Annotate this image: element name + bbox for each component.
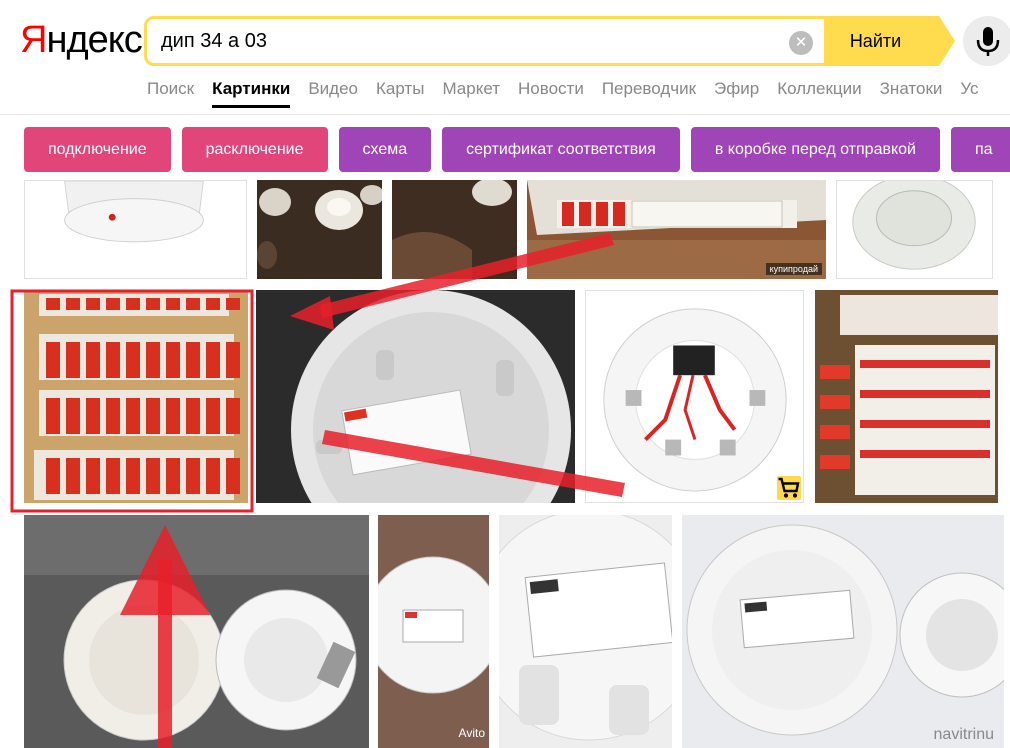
nav-item[interactable]: Поиск xyxy=(147,76,194,102)
image-thumbnail[interactable] xyxy=(815,290,998,503)
image-thumbnail[interactable]: navitrinu xyxy=(682,515,1004,748)
service-nav: Поиск Картинки Видео Карты Маркет Новости Пере… xyxy=(147,76,997,108)
nav-item[interactable]: Эфир xyxy=(714,76,759,102)
nav-item[interactable]: Ус xyxy=(960,76,978,102)
detector-base-avito-photo xyxy=(378,515,489,748)
detector-packages-photo xyxy=(815,290,998,503)
suggestion-chip[interactable]: в коробке перед отправкой xyxy=(690,127,940,172)
nav-item[interactable]: Коллекции xyxy=(777,76,861,102)
two-detector-bases-photo xyxy=(682,515,1004,748)
clear-icon[interactable]: ✕ xyxy=(789,31,813,55)
search-input[interactable] xyxy=(159,25,783,57)
kupiprodai-watermark: купипродай xyxy=(765,263,822,275)
nav-item[interactable]: Маркет xyxy=(442,76,500,102)
logo-rest: ндекс xyxy=(46,19,142,61)
image-thumbnail[interactable] xyxy=(24,180,247,279)
image-thumbnail[interactable] xyxy=(24,290,248,503)
image-thumbnail[interactable] xyxy=(24,515,369,748)
detector-base-photo xyxy=(837,181,992,278)
suggestion-chip[interactable]: подключение xyxy=(24,127,171,172)
find-button[interactable]: Найти xyxy=(824,16,955,66)
nav-item[interactable]: Знатоки xyxy=(880,76,943,102)
detector-label-closeup-photo xyxy=(499,515,672,748)
query-suggestion-chips: подключение расключение схема сертификат со… xyxy=(24,127,1010,173)
opened-detector-photo xyxy=(24,515,369,748)
image-thumbnail[interactable] xyxy=(392,180,517,279)
nav-item[interactable]: Карты xyxy=(376,76,424,102)
image-thumbnail[interactable] xyxy=(257,180,382,279)
search-box: ✕ Найти xyxy=(144,16,955,66)
image-thumbnail[interactable]: Avito xyxy=(378,515,489,748)
nav-item[interactable]: Новости xyxy=(518,76,584,102)
detectors-in-boxes-photo xyxy=(24,290,248,503)
image-thumbnail[interactable]: купипродай xyxy=(527,180,826,279)
image-thumbnail[interactable] xyxy=(499,515,672,748)
suggestion-chip[interactable]: схема xyxy=(338,127,432,172)
nav-item[interactable]: Картинки xyxy=(212,76,291,108)
nav-divider xyxy=(0,114,1010,115)
navitrinu-watermark: navitrinu xyxy=(933,726,994,743)
detector-base-closeup-photo xyxy=(256,290,575,503)
yandex-logo[interactable]: Яндекс xyxy=(20,18,143,62)
suggestion-chip[interactable]: па xyxy=(950,127,1010,172)
nav-item[interactable]: Переводчик xyxy=(602,76,696,102)
avito-watermark: Avito xyxy=(458,726,485,740)
page: Яндекс ✕ Найти Поиск Картинки Видео Карты Ма… xyxy=(0,0,1010,748)
detector-in-hand-photo xyxy=(392,180,517,279)
image-thumbnail[interactable] xyxy=(256,290,575,503)
smoke-detector-photo xyxy=(25,181,246,278)
shopping-cart-icon xyxy=(777,476,801,500)
microphone-icon xyxy=(976,27,1000,56)
image-thumbnail[interactable] xyxy=(585,290,804,503)
suggestion-chip[interactable]: сертификат соответствия xyxy=(442,127,680,172)
microphone-button[interactable] xyxy=(963,16,1010,66)
logo-first-letter: Я xyxy=(20,19,47,61)
image-thumbnail[interactable] xyxy=(836,180,993,279)
detector-wiring-photo xyxy=(586,291,803,502)
suggestion-chip[interactable]: расключение xyxy=(181,127,328,172)
detectors-on-table-photo xyxy=(257,180,382,279)
nav-item[interactable]: Видео xyxy=(308,76,358,102)
